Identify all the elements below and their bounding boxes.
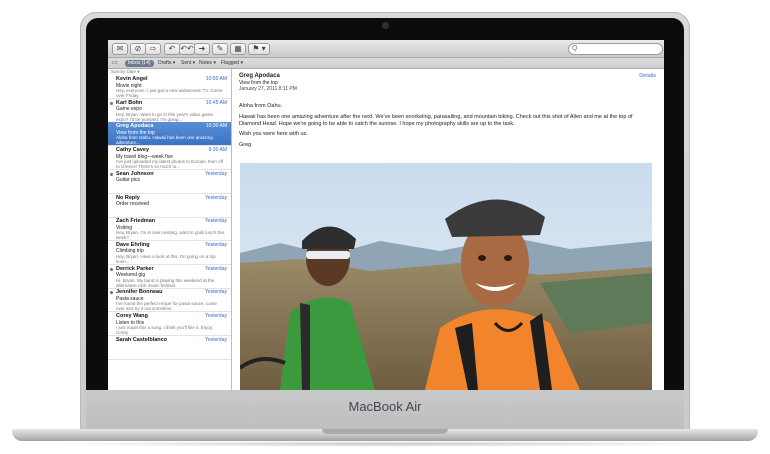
favorite-inbox[interactable]: Inbox (14): [125, 59, 154, 67]
details-link[interactable]: Details: [639, 73, 656, 79]
message-date: Yesterday: [204, 241, 227, 248]
message-closing: Wish you were here with us.: [239, 131, 308, 137]
list-item[interactable]: No Reply Yesterday Order received: [108, 194, 231, 218]
laptop-shadow: [28, 441, 742, 447]
unread-dot-icon: [110, 172, 113, 176]
photo-illustration: [240, 163, 652, 390]
message-subject: Order received: [116, 201, 150, 207]
list-item[interactable]: Greg Apodaca 10:30 AM View from the top Alo…: [108, 122, 231, 147]
favorites-bar: ▭ Inbox (14) Drafts ▾ Sent ▾ Notes ▾ Fla…: [108, 58, 664, 69]
message-sender: Derrick Parker: [116, 265, 154, 272]
message-sender: No Reply: [116, 194, 140, 201]
message-date: Yesterday: [204, 170, 227, 177]
message-date: 10:45 AM: [205, 99, 227, 106]
favorite-drafts[interactable]: Drafts ▾: [158, 58, 175, 68]
message-date: 10:50 AM: [205, 76, 227, 82]
message-sender: Greg Apodaca: [116, 123, 154, 130]
message-greeting: Aloha from Oahu.: [239, 103, 283, 109]
unread-dot-icon: [110, 101, 113, 105]
message-date: Yesterday: [204, 265, 227, 272]
list-item[interactable]: Cathy Cavey 9:30 AM My travel blog—week fi…: [108, 146, 231, 171]
delete-button[interactable]: ⊘: [130, 43, 146, 55]
list-item[interactable]: Kevin Angel 10:50 AM Movie night Hey, every…: [108, 75, 231, 99]
attached-photo: [240, 163, 652, 390]
device-label: MacBook Air: [348, 399, 422, 414]
flag-button[interactable]: ⚑ ▾: [248, 43, 270, 55]
laptop-notch: [322, 429, 448, 434]
junk-button[interactable]: ⇨: [145, 43, 161, 55]
message-subject: Guitar pics: [116, 177, 140, 184]
mailbox-toggle-icon[interactable]: ▭: [112, 58, 118, 68]
toolbar: ✉ ⊘ ⇨ ↶ ↶↶ ➜ ✎ ▦ ⚑ ▾ Q: [108, 40, 664, 58]
favorite-notes[interactable]: Notes ▾: [199, 58, 216, 68]
message-date: 10:30 AM: [205, 123, 227, 130]
list-item[interactable]: Karl Bohn 10:45 AM Game expo Hey, Bryan. Wa…: [108, 99, 231, 123]
favorite-flagged[interactable]: Flagged ▾: [221, 58, 243, 68]
message-preview: Hey, Bryan. Want to go to this year's vi…: [116, 111, 213, 122]
message-date: Yesterday: [204, 218, 227, 225]
message-date: January 27, 2011 8:11 PM: [239, 86, 297, 92]
message-preview: I've just uploaded my latest photos to E…: [116, 159, 224, 170]
search-input[interactable]: Q: [568, 43, 663, 55]
message-preview: I just made this a song. I think you'll …: [116, 325, 214, 335]
message-preview: Hey, Bryan. I'm in town visiting, want t…: [116, 230, 225, 241]
favorite-sent[interactable]: Sent ▾: [181, 58, 195, 68]
reading-pane: Greg Apodaca View from the top January 2…: [232, 69, 664, 390]
message-preview: Hey, Bryan. Have a look at this, I'm goi…: [116, 253, 216, 264]
message-date: 9:30 AM: [208, 147, 227, 154]
message-preview: Aloha from Oahu. Hawaii has been one ama…: [116, 135, 213, 146]
camera-icon: [382, 22, 389, 29]
message-list: Sort by Date ▾ Kevin Angel 10:50 AM Movie …: [108, 69, 232, 390]
list-item[interactable]: Corey Wang Yesterday Listen to this I just …: [108, 312, 231, 336]
message-sender: Sean Johnson: [116, 170, 154, 177]
message-date: Yesterday: [204, 313, 227, 319]
message-preview: I've found the perfect recipe for pasta …: [116, 301, 217, 312]
message-preview: Hey, everyone. I just got a new widescre…: [116, 88, 223, 98]
message-signature: Greg: [239, 142, 252, 148]
get-mail-button[interactable]: ✉: [112, 43, 128, 55]
message-body: Hawaii has been one amazing adventure af…: [239, 114, 633, 127]
list-item[interactable]: Sarah Castelblanco Yesterday: [108, 336, 231, 360]
message-sender: Kevin Angel: [116, 76, 148, 82]
search-icon: Q: [572, 45, 578, 52]
list-item[interactable]: Dave Ehrling Yesterday Climbing trip Hey, B…: [108, 241, 231, 265]
reply-all-button[interactable]: ↶↶: [179, 43, 195, 55]
message-sender: Karl Bohn: [116, 99, 143, 106]
mail-window: ✉ ⊘ ⇨ ↶ ↶↶ ➜ ✎ ▦ ⚑ ▾ Q ▭ Inbox (14) Draf…: [108, 40, 664, 390]
compose-button[interactable]: ✎: [212, 43, 228, 55]
list-item[interactable]: Sean Johnson Yesterday Guitar pics: [108, 170, 231, 194]
message-sender: Corey Wang: [116, 313, 148, 319]
unread-dot-icon: [110, 267, 113, 271]
message-sender: Cathy Cavey: [116, 147, 150, 154]
message-date: Yesterday: [204, 289, 227, 296]
list-item[interactable]: Zach Friedman Yesterday Visiting Hey, Bryan…: [108, 217, 231, 242]
message-sender: Zach Friedman: [116, 218, 156, 225]
note-button[interactable]: ▦: [230, 43, 246, 55]
list-item[interactable]: Derrick Parker Yesterday Weekend gig Hi, Br…: [108, 265, 231, 289]
list-item[interactable]: Jennifer Bonneau Yesterday Pasta sauce I've…: [108, 288, 231, 313]
message-from: Greg Apodaca: [239, 73, 280, 79]
message-sender: Dave Ehrling: [116, 241, 150, 248]
forward-button[interactable]: ➜: [194, 43, 210, 55]
message-sender: Sarah Castelblanco: [116, 336, 168, 343]
unread-dot-icon: [110, 291, 113, 295]
message-date: Yesterday: [204, 336, 227, 343]
message-sender: Jennifer Bonneau: [116, 289, 163, 296]
reply-button[interactable]: ↶: [164, 43, 180, 55]
message-preview: Hi, Bryan. My band is playing this weeke…: [116, 277, 215, 288]
message-date: Yesterday: [204, 194, 227, 201]
